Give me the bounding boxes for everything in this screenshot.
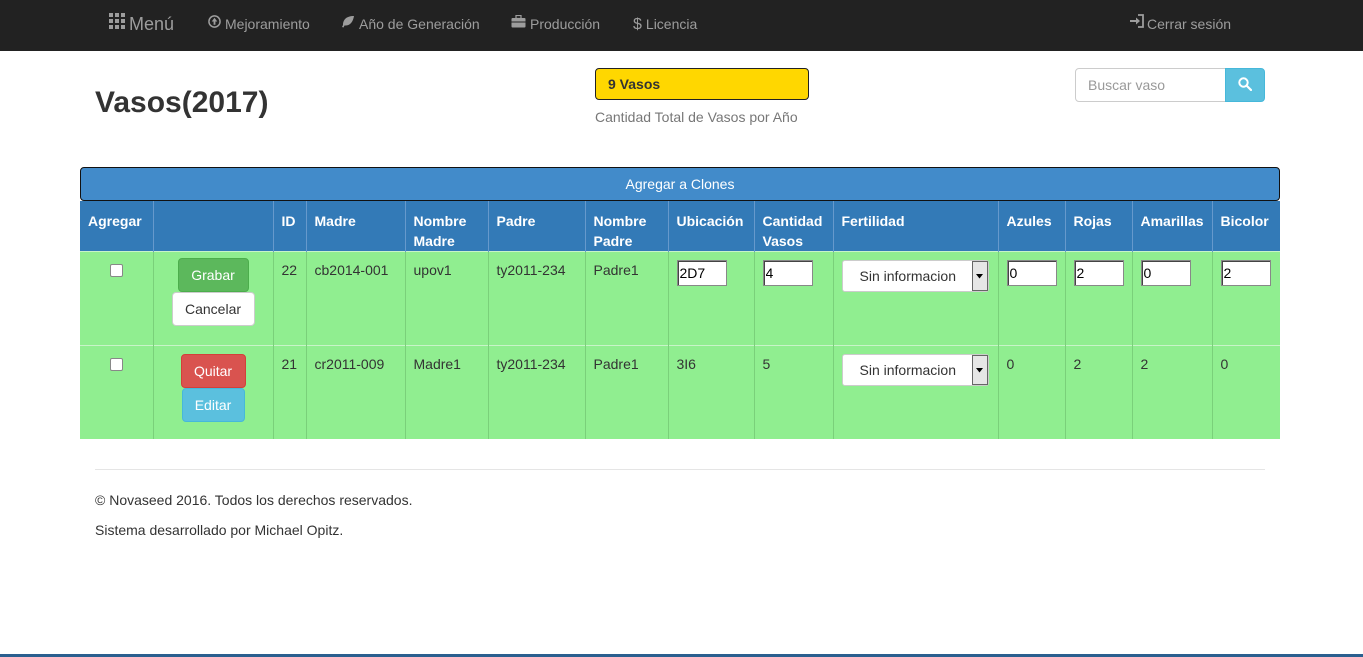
header-amarillas: Amarillas [1131, 201, 1212, 252]
header-padre: Padre [487, 201, 585, 252]
amarillas-cell [1131, 251, 1212, 346]
agregar-checkbox[interactable] [109, 358, 123, 371]
nombre-padre-cell: Padre1 [584, 251, 668, 346]
actions-cell: Grabar Cancelar [152, 251, 273, 346]
nav-produccion-label: Producción [530, 16, 601, 32]
chevron-down-icon[interactable] [971, 261, 988, 291]
azules-cell: 0 [997, 345, 1065, 439]
quitar-button[interactable]: Quitar [180, 354, 246, 388]
vase-count-caption: Cantidad Total de Vasos por Año [595, 109, 798, 125]
table-row: Quitar Editar 21 cr2011-009 Madre1 ty201… [80, 345, 1280, 439]
amarillas-input[interactable] [1140, 260, 1191, 286]
madre-cell: cr2011-009 [305, 345, 405, 439]
header-cantidad-vasos: Cantidad Vasos [753, 201, 833, 252]
cantidad-cell: 5 [753, 345, 833, 439]
ubicacion-cell [667, 251, 754, 346]
rojas-cell: 2 [1064, 345, 1132, 439]
azules-cell [997, 251, 1065, 346]
dollar-icon: $ [633, 16, 642, 34]
search-icon [1238, 76, 1253, 94]
id-cell: 21 [272, 345, 306, 439]
logout-link[interactable]: Cerrar sesión [1130, 0, 1231, 48]
bicolor-input[interactable] [1220, 260, 1271, 286]
nav-produccion[interactable]: Producción [511, 0, 600, 48]
header-ubicacion: Ubicación [667, 201, 754, 252]
nombre-padre-cell: Padre1 [584, 345, 668, 439]
search-button[interactable] [1225, 68, 1265, 102]
id-cell: 22 [272, 251, 306, 346]
bicolor-cell [1211, 251, 1280, 346]
fertilidad-value: Sin informacion [859, 362, 957, 378]
nombre-madre-cell: upov1 [404, 251, 488, 346]
grabar-button[interactable]: Grabar [177, 258, 249, 292]
footer-developer: Sistema desarrollado por Michael Opitz. [95, 522, 344, 538]
chevron-down-icon[interactable] [971, 355, 988, 385]
editar-button[interactable]: Editar [181, 388, 245, 422]
fertilidad-value: Sin informacion [859, 268, 957, 284]
search-input[interactable] [1075, 68, 1226, 102]
actions-cell: Quitar Editar [152, 345, 273, 439]
page-title: Vasos(2017) [95, 86, 269, 119]
rojas-input[interactable] [1073, 260, 1124, 286]
sign-in-icon [1130, 0, 1145, 47]
header-id: ID [272, 201, 306, 252]
nav-ano-generacion-label: Año de Generación [359, 16, 480, 32]
arrow-circle-up-icon [208, 0, 221, 47]
header-agregar: Agregar [80, 201, 153, 252]
header-nombre-madre: Nombre Madre [404, 201, 488, 252]
padre-cell: ty2011-234 [487, 251, 585, 346]
ubicacion-input[interactable] [676, 260, 727, 286]
cancelar-button[interactable]: Cancelar [171, 292, 255, 326]
header-nombre-padre: Nombre Padre [584, 201, 668, 252]
top-navbar: Menú Mejoramiento Año de Generación Prod… [0, 0, 1363, 51]
leaf-icon [341, 0, 355, 47]
fertilidad-cell: Sin informacion [832, 345, 998, 439]
agregar-checkbox[interactable] [109, 264, 123, 277]
briefcase-icon [511, 0, 526, 47]
footer-divider [95, 469, 1265, 470]
header-bicolor: Bicolor [1211, 201, 1280, 252]
menu-label: Menú [129, 14, 175, 34]
header-azules: Azules [997, 201, 1065, 252]
add-to-clones-button[interactable]: Agregar a Clones [80, 167, 1280, 201]
header-actions [152, 201, 273, 252]
vases-table: Agregar ID Madre Nombre Madre Padre Nomb… [80, 201, 1280, 439]
bicolor-cell: 0 [1211, 345, 1280, 439]
vase-count-badge: 9 Vasos [595, 68, 809, 100]
rojas-cell [1064, 251, 1132, 346]
footer-copyright: © Novaseed 2016. Todos los derechos rese… [95, 492, 413, 508]
ubicacion-cell: 3I6 [667, 345, 754, 439]
madre-cell: cb2014-001 [305, 251, 405, 346]
amarillas-cell: 2 [1131, 345, 1212, 439]
fertilidad-cell: Sin informacion [832, 251, 998, 346]
nav-mejoramiento-label: Mejoramiento [225, 16, 310, 32]
agregar-cell [80, 345, 153, 439]
table-header-row: Agregar ID Madre Nombre Madre Padre Nomb… [80, 201, 1280, 252]
header-rojas: Rojas [1064, 201, 1132, 252]
fertilidad-select[interactable]: Sin informacion [841, 354, 989, 386]
header-madre: Madre [305, 201, 405, 252]
logout-label: Cerrar sesión [1147, 16, 1232, 32]
nav-mejoramiento[interactable]: Mejoramiento [208, 0, 310, 48]
grid-icon [109, 0, 125, 47]
cantidad-input[interactable] [762, 260, 813, 286]
padre-cell: ty2011-234 [487, 345, 585, 439]
nav-licencia[interactable]: $ Licencia [633, 0, 697, 48]
menu-brand[interactable]: Menú [109, 0, 174, 48]
cantidad-cell [753, 251, 833, 346]
nav-licencia-label: Licencia [645, 16, 698, 32]
agregar-cell [80, 251, 153, 346]
azules-input[interactable] [1006, 260, 1057, 286]
nombre-madre-cell: Madre1 [404, 345, 488, 439]
table-row: Grabar Cancelar 22 cb2014-001 upov1 ty20… [80, 251, 1280, 346]
fertilidad-select[interactable]: Sin informacion [841, 260, 989, 292]
header-fertilidad: Fertilidad [832, 201, 998, 252]
nav-ano-generacion[interactable]: Año de Generación [341, 0, 480, 48]
